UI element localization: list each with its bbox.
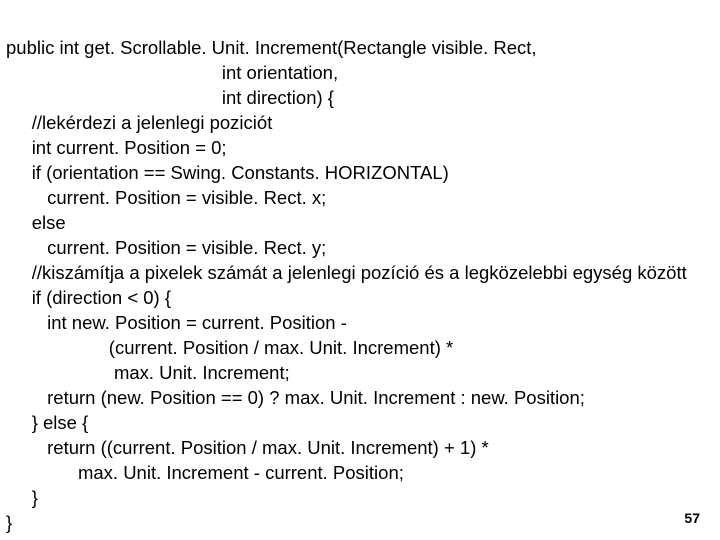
code-line: //kiszámítja a pixelek számát a jelenleg… [6, 262, 687, 283]
code-line: int new. Position = current. Position - [6, 312, 347, 333]
code-line: return (new. Position == 0) ? max. Unit.… [6, 387, 585, 408]
code-line: if (direction < 0) { [6, 287, 171, 308]
page-number: 57 [684, 510, 700, 526]
code-line: (current. Position / max. Unit. Incremen… [6, 337, 453, 358]
code-line: return ((current. Position / max. Unit. … [6, 437, 489, 458]
code-line: } [6, 487, 38, 508]
code-block: public int get. Scrollable. Unit. Increm… [6, 10, 687, 535]
code-line: current. Position = visible. Rect. y; [6, 237, 326, 258]
code-line: //lekérdezi a jelenlegi poziciót [6, 112, 272, 133]
code-line: } [6, 512, 12, 533]
code-line: public int get. Scrollable. Unit. Increm… [6, 37, 537, 58]
code-line: if (orientation == Swing. Constants. HOR… [6, 162, 449, 183]
code-line: int orientation, [6, 62, 338, 83]
code-line: } else { [6, 412, 88, 433]
code-line: current. Position = visible. Rect. x; [6, 187, 326, 208]
code-line: max. Unit. Increment - current. Position… [6, 462, 404, 483]
code-line: else [6, 212, 66, 233]
code-line: int direction) { [6, 87, 334, 108]
code-line: max. Unit. Increment; [6, 362, 290, 383]
slide: public int get. Scrollable. Unit. Increm… [0, 0, 720, 540]
code-line: int current. Position = 0; [6, 137, 227, 158]
